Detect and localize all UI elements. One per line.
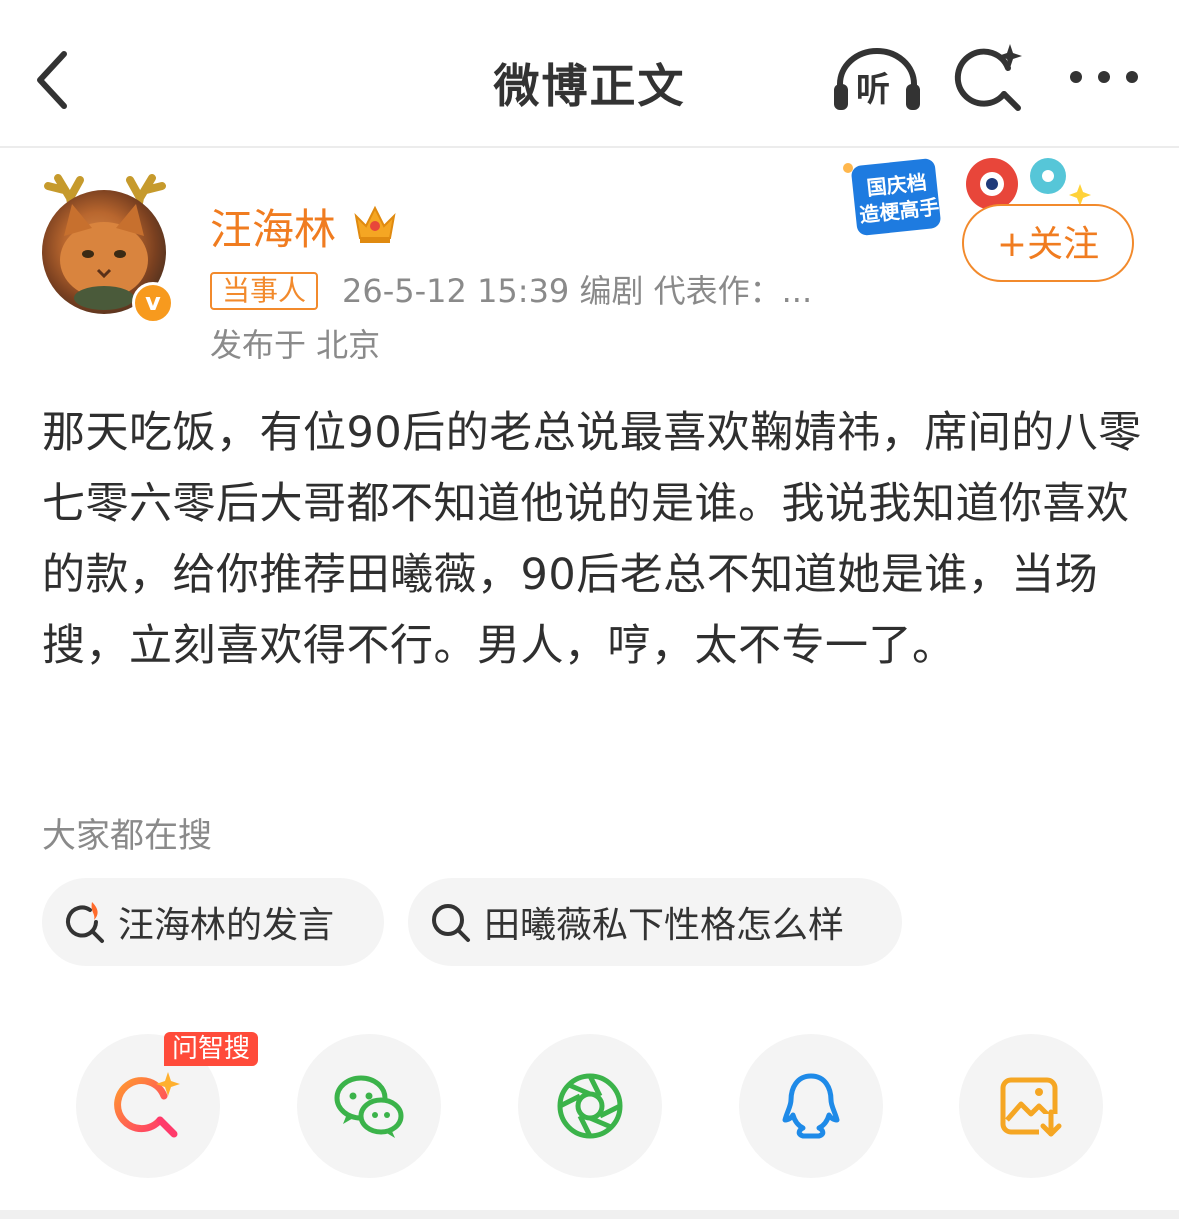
listen-button[interactable]: 听 [832,44,922,114]
hot-search-chip[interactable]: 田曦薇私下性格怎么样 [408,878,902,966]
ai-search-icon [114,1072,180,1138]
crown-icon [354,205,396,243]
top-bar: 微博正文 听 [0,0,1179,148]
more-dots-icon [1070,71,1138,83]
verified-badge-icon: v [132,282,174,324]
more-button[interactable] [1066,62,1142,92]
promo-text: 国庆档 造梗高手 [858,170,941,228]
save-image-button[interactable] [959,1034,1103,1178]
bottom-divider [0,1210,1179,1219]
qq-share-button[interactable] [739,1034,883,1178]
moments-share-button[interactable] [518,1034,662,1178]
hot-search-chip[interactable]: 汪海林的发言 [42,878,384,966]
avatar[interactable]: v [40,168,174,324]
role-tag: 当事人 [210,272,319,310]
search-button[interactable] [952,40,1028,116]
chip-label: 汪海林的发言 [118,905,335,946]
follow-button[interactable]: +关注 [962,204,1134,282]
save-image-icon [1000,1077,1063,1140]
wechat-share-button[interactable] [297,1034,441,1178]
qq-icon [782,1073,840,1139]
post-content: 那天吃饭，有位90后的老总说最喜欢鞠婧祎，席间的八零七零六零后大哥都不知道他说的… [42,408,1142,671]
hot-search-title: 大家都在搜 [42,816,212,856]
wechat-icon [334,1075,404,1138]
listen-label: 听 [856,70,890,110]
post-meta: 26-5-12 15:39 编剧 代表作：... [342,272,813,310]
author-name[interactable]: 汪海林 [210,196,336,257]
chip-label: 田曦薇私下性格怎么样 [484,905,845,946]
search-icon [432,904,470,942]
hot-search-icon [66,902,104,943]
post-location: 发布于 北京 [210,326,381,364]
moments-icon [557,1073,623,1139]
ai-search-icon [954,44,1022,111]
ask-badge: 问智搜 [164,1032,259,1066]
